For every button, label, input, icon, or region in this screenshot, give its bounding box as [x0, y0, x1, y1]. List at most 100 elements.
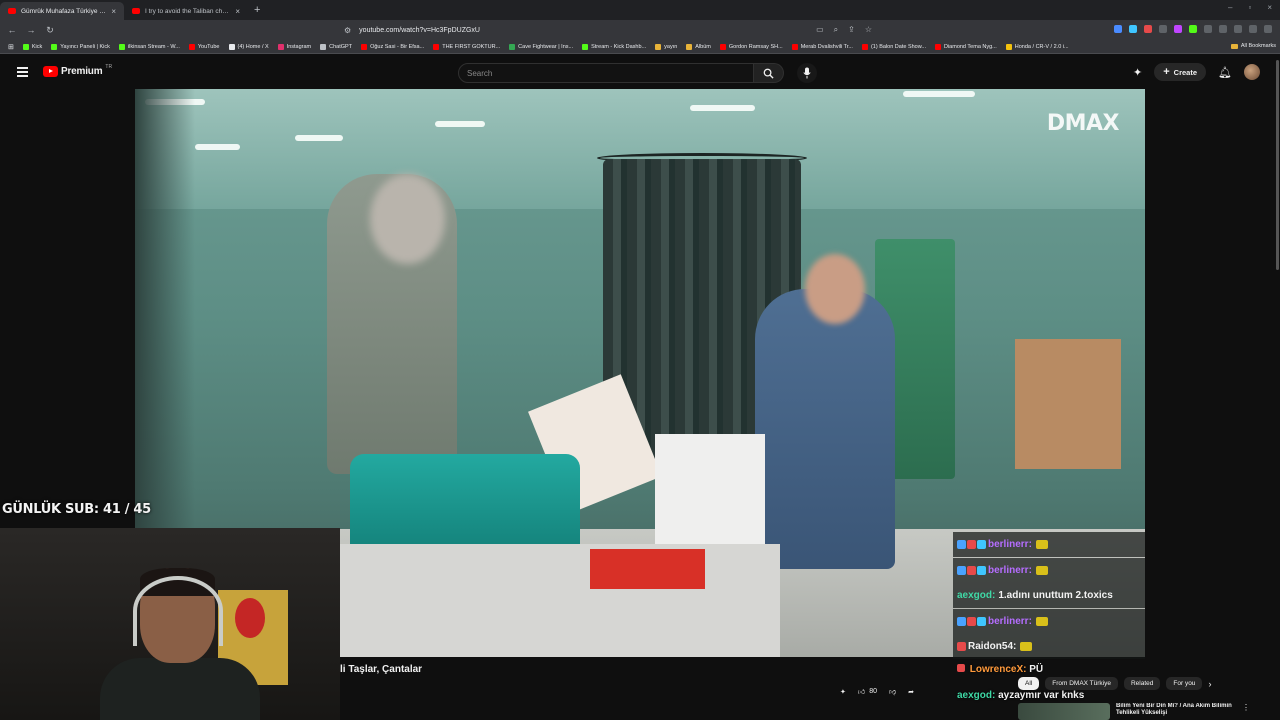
bookmark-item[interactable]: Instagram [277, 43, 311, 50]
extension-icon[interactable] [1174, 25, 1182, 33]
chip-for-you[interactable]: For you [1166, 677, 1203, 690]
more-options-icon[interactable]: ⋮ [1242, 703, 1250, 720]
video-scene-person [755, 289, 895, 569]
bookmark-favicon-icon [719, 43, 726, 50]
youtube-logo[interactable]: Premium TR [43, 64, 112, 77]
bookmark-item[interactable]: ChatGPT [320, 43, 352, 50]
browser-toolbar: ← → ↻ ⚙ youtube.com/watch?v=Hc3FpDUZGxU … [0, 20, 1280, 40]
bookmark-label: Gordon Ramsay SH... [728, 43, 783, 50]
chat-badges [957, 565, 986, 575]
browser-tab[interactable]: I try to avoid the Taliban checkpoints × [124, 2, 248, 20]
voice-search-button[interactable] [797, 63, 817, 83]
bookmark-item[interactable]: Oğuz Sasi - Bir Efsa... [361, 43, 424, 50]
video-scene-table [340, 544, 780, 657]
all-bookmarks[interactable]: All Bookmarks [1230, 43, 1276, 49]
bookmark-item[interactable]: Gordon Ramsay SH... [719, 43, 783, 50]
maximize-icon[interactable]: ▫ [1248, 3, 1251, 12]
menu-icon[interactable] [1264, 25, 1272, 33]
bookmark-item[interactable]: YouTube [188, 43, 220, 50]
chat-message: berlinerr: [953, 532, 1145, 557]
clip-icon[interactable]: ✦ [840, 688, 846, 696]
extension-icon[interactable] [1159, 25, 1167, 33]
bookmark-item[interactable]: (1) Balon Date Show... [861, 43, 926, 50]
close-tab-icon[interactable]: × [111, 7, 116, 16]
zoom-icon[interactable]: ⌕ [834, 25, 838, 35]
bookmark-item[interactable]: Merab Dvalishvili Tr... [791, 43, 853, 50]
bookmark-item[interactable]: Cave Fightwear | Ins... [509, 43, 573, 50]
share-icon[interactable]: ⇪ [848, 25, 855, 35]
headset-icon [133, 576, 223, 646]
bookmark-item[interactable]: Diamond Tema Nyg... [934, 43, 997, 50]
site-info-icon[interactable]: ⚙ [344, 26, 351, 35]
bookmark-item[interactable]: THE FIRST GOKTUR... [433, 43, 500, 50]
minimize-icon[interactable]: – [1228, 3, 1232, 12]
extension-icon[interactable] [1204, 25, 1212, 33]
chip-from-channel[interactable]: From DMAX Türkiye [1045, 677, 1118, 690]
extension-icon[interactable] [1144, 25, 1152, 33]
search-button[interactable] [754, 63, 784, 83]
chat-badge-icon [967, 565, 976, 575]
bookmark-list: Kick Yayıncı Paneli | Kick ilkinsan Stream… [22, 43, 1078, 50]
video-scene-blurred-face [805, 254, 865, 324]
chat-message: aexgod: ayzaymır var knks [957, 690, 1084, 701]
recommended-thumbnail[interactable] [1018, 703, 1110, 720]
chip-related[interactable]: Related [1123, 677, 1161, 690]
recommended-video[interactable]: Bilim Yeni Bir Din Mi? / Ana Akım Bilimi… [1018, 703, 1280, 720]
page-scrollbar[interactable] [1276, 60, 1279, 270]
chat-badges [957, 642, 966, 651]
bookmark-favicon-icon [361, 43, 368, 50]
share-icon[interactable]: ➦ [908, 688, 914, 696]
folder-icon [1230, 43, 1238, 49]
address-bar[interactable]: ⚙ youtube.com/watch?v=Hc3FpDUZGxU ▭ ⌕ ⇪ … [322, 22, 882, 38]
forward-icon[interactable]: → [24, 25, 38, 35]
bookmark-item[interactable]: (4) Home / X [228, 43, 269, 50]
chat-username: berlinerr: [988, 539, 1032, 550]
bookmark-item[interactable]: Albüm [686, 43, 711, 50]
like-button[interactable]: 👍︎ 80 [858, 687, 877, 696]
chip-all[interactable]: All [1018, 677, 1040, 690]
extension-icon[interactable] [1189, 25, 1197, 33]
bookmark-item[interactable]: yayın [655, 43, 677, 50]
video-scene-lamp [435, 121, 485, 127]
side-panel-icon[interactable] [1234, 25, 1242, 33]
new-tab-icon[interactable]: + [254, 4, 260, 16]
bookmark-favicon-icon [320, 43, 327, 50]
recommended-title[interactable]: Bilim Yeni Bir Din Mi? / Ana Akım Bilimi… [1116, 703, 1236, 720]
bookmark-star-icon[interactable]: ☆ [865, 25, 872, 35]
bookmark-favicon-icon [791, 43, 798, 50]
reload-icon[interactable]: ↻ [43, 25, 57, 36]
chat-emote-icon [1020, 642, 1033, 651]
close-window-icon[interactable]: × [1267, 3, 1272, 12]
back-icon[interactable]: ← [5, 25, 19, 35]
chat-badge-icon [957, 565, 966, 575]
cast-studio-icon[interactable]: ✦ [1133, 66, 1142, 79]
chat-username: berlinerr: [988, 564, 1032, 576]
bookmark-favicon-icon [582, 43, 589, 50]
extension-icon[interactable] [1114, 25, 1122, 33]
create-button[interactable]: + Create [1154, 63, 1207, 81]
extension-icon[interactable] [1129, 25, 1137, 33]
cast-icon[interactable]: ▭ [816, 25, 824, 35]
sub-counter-overlay: GÜNLÜK SUB: 41 / 45 [2, 502, 151, 517]
bookmark-item[interactable]: ilkinsan Stream - W... [118, 43, 180, 50]
chat-badge-icon [967, 616, 976, 626]
url-text[interactable]: youtube.com/watch?v=Hc3FpDUZGxU [359, 27, 816, 34]
apps-icon[interactable]: ⊞ [8, 43, 14, 51]
bookmark-item[interactable]: Yayıncı Paneli | Kick [51, 43, 110, 50]
webcam-streamer-body [100, 658, 260, 720]
close-tab-icon[interactable]: × [235, 7, 240, 16]
bookmark-item[interactable]: Honda / CR-V / 2.0 i... [1005, 43, 1069, 50]
media-control-icon[interactable] [1219, 25, 1227, 33]
chat-message: berlinerr: [953, 557, 1145, 583]
bookmark-item[interactable]: Kick [22, 43, 42, 50]
bookmark-label: Albüm [695, 43, 711, 50]
dislike-button[interactable]: 👎︎ [889, 687, 896, 696]
profile-icon[interactable] [1249, 25, 1257, 33]
avatar[interactable] [1244, 64, 1260, 80]
bookmark-item[interactable]: Stream - Kick Dashb... [582, 43, 646, 50]
search-input[interactable]: Search [458, 63, 754, 83]
menu-icon[interactable] [17, 67, 28, 79]
chevron-right-icon[interactable]: › [1208, 679, 1211, 689]
browser-tab-active[interactable]: Gümrük Muhafaza Türkiye 11 - × [0, 2, 124, 20]
notifications-bell-icon[interactable]: 🔔︎ [1218, 66, 1232, 79]
